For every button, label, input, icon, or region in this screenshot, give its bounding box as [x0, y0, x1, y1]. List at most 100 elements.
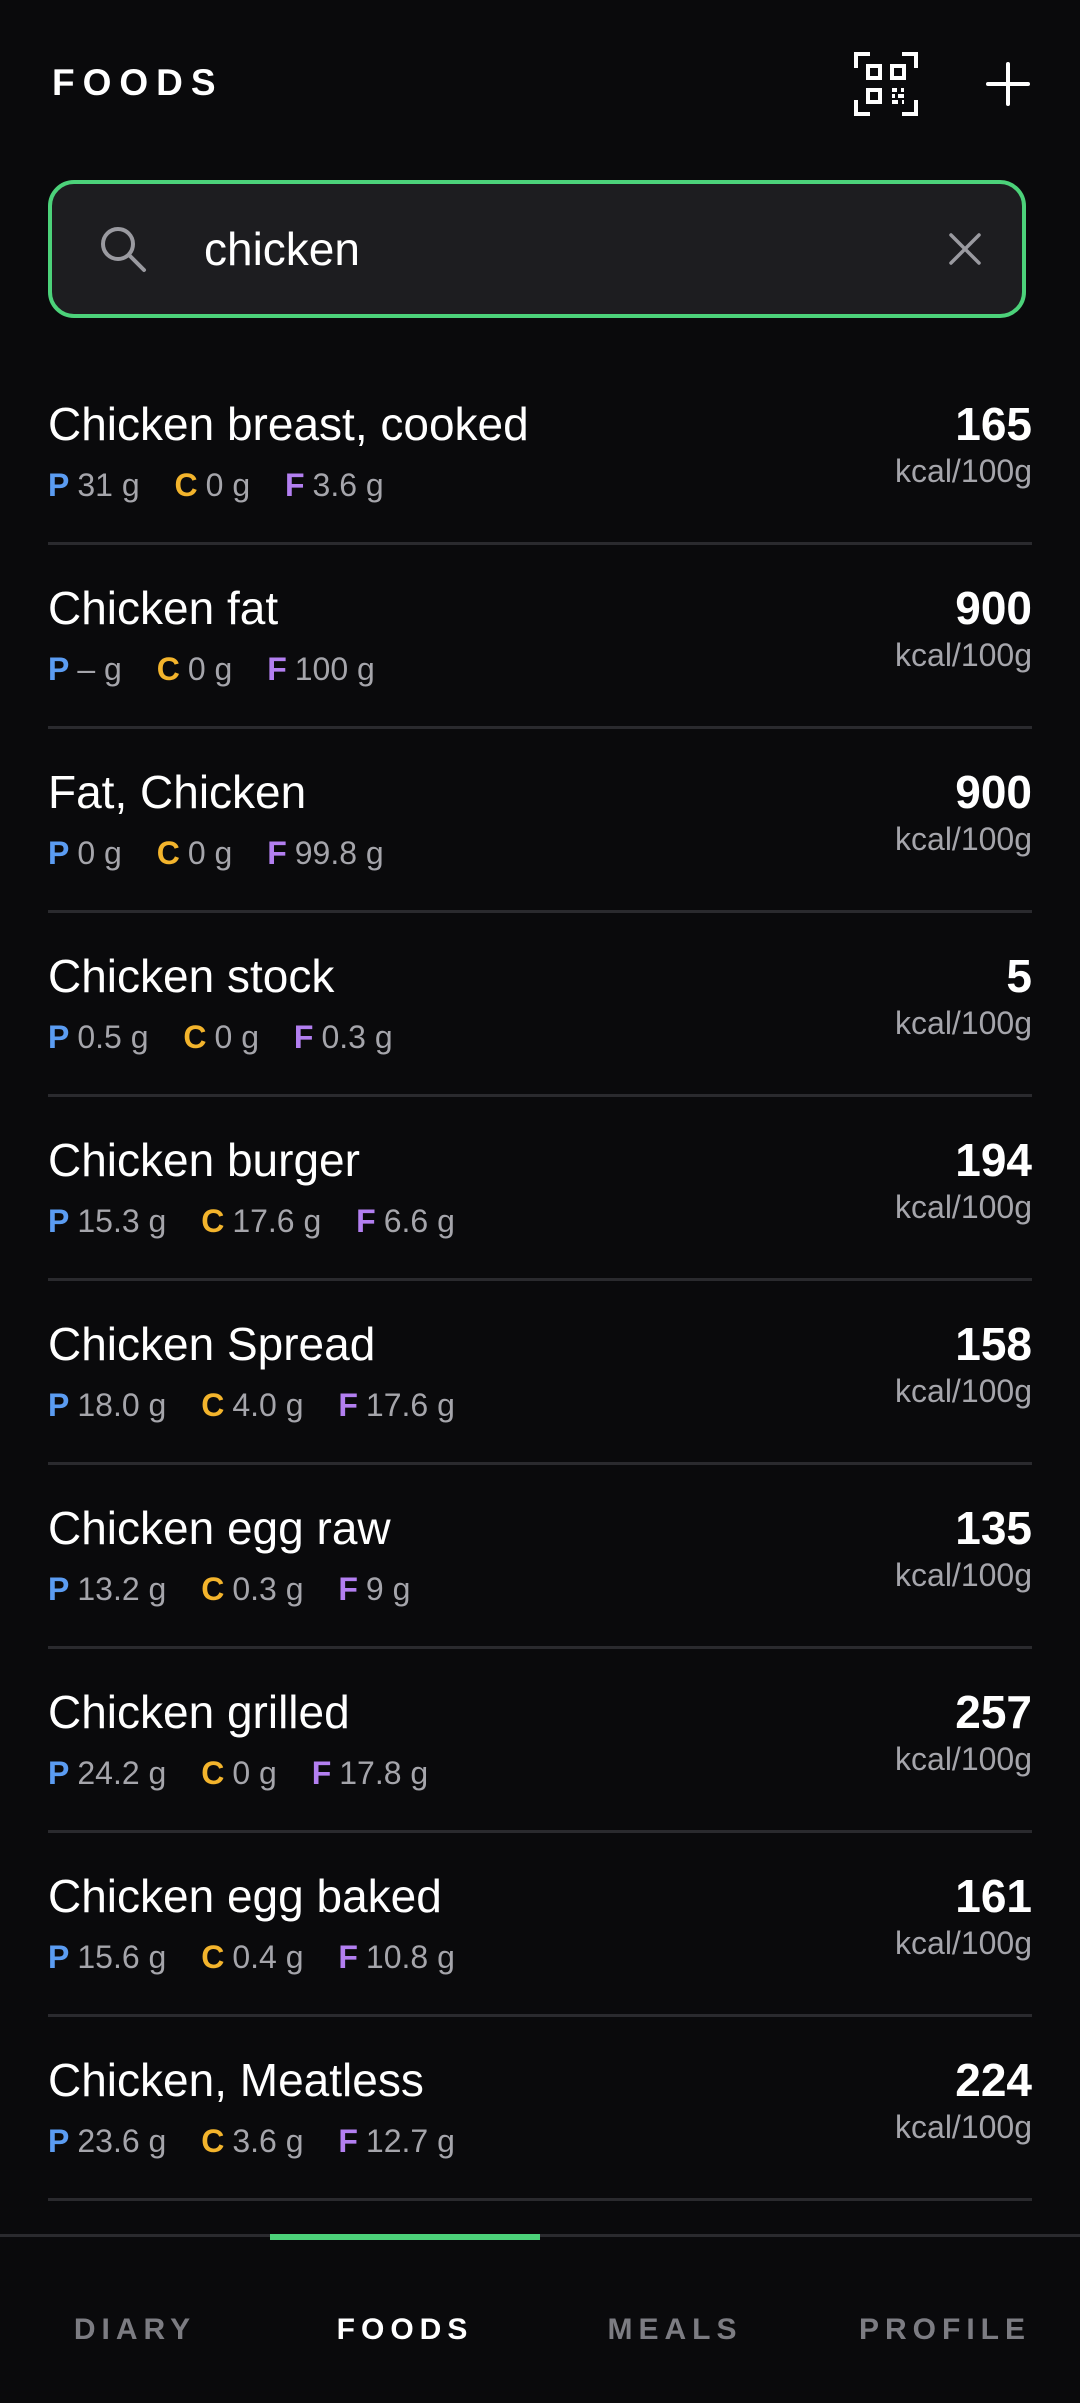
food-list-item[interactable]: Chicken grilled P 24.2 g C0 g F 17.8 g 257… — [48, 1649, 1032, 1833]
qr-scan-button[interactable] — [852, 50, 920, 118]
clear-search-button[interactable] — [942, 226, 988, 272]
protein-value: 15.6 g — [77, 1939, 167, 1975]
fat-value: 12.7 g — [365, 2123, 455, 2159]
food-list-item[interactable]: Chicken breast, cooked P 31 g C0 g F 3.6 g… — [48, 361, 1032, 545]
food-list-item[interactable]: Chicken, Meatless P 23.6 g C 3.6 g F 12.7 g… — [48, 2017, 1032, 2201]
protein-label: P — [48, 1755, 70, 1791]
calorie-unit: kcal/100g — [895, 821, 1032, 857]
fat-macro: F 17.6 g — [338, 1387, 455, 1424]
calorie-value: 135 — [955, 1502, 1032, 1554]
carbs-label: C — [201, 2123, 225, 2159]
food-name: Chicken grilled — [48, 1686, 350, 1738]
carbs-macro: C 0.3 g — [201, 1571, 303, 1608]
carbs-macro: C0 g — [201, 1755, 277, 1792]
fat-value: 99.8 g — [294, 835, 384, 871]
protein-macro: P0 g — [48, 835, 122, 872]
tab-diary[interactable]: DIARY — [0, 2313, 270, 2347]
fat-macro: F 3.6 g — [285, 467, 384, 504]
search-bar[interactable] — [48, 180, 1026, 318]
fat-macro: F 17.8 g — [312, 1755, 429, 1792]
food-name: Chicken stock — [48, 950, 335, 1002]
macro-summary: P 15.6 g C 0.4 g F 10.8 g — [48, 1939, 481, 1976]
carbs-value: 0.4 g — [232, 1939, 304, 1975]
protein-label: P — [48, 467, 70, 503]
carbs-label: C — [156, 651, 180, 687]
macro-summary: P 13.2 g C 0.3 g F9 g — [48, 1571, 436, 1608]
calorie-value: 165 — [955, 398, 1032, 450]
food-list-item[interactable]: Fat, Chicken P0 g C0 g F 99.8 g 900 kcal/… — [48, 729, 1032, 913]
carbs-value: 3.6 g — [232, 2123, 304, 2159]
fat-macro: F 12.7 g — [338, 2123, 455, 2160]
protein-macro: P 15.6 g — [48, 1939, 166, 1976]
food-name: Fat, Chicken — [48, 766, 307, 818]
fat-macro: F 0.3 g — [294, 1019, 393, 1056]
carbs-value: 17.6 g — [232, 1203, 322, 1239]
calorie-unit: kcal/100g — [895, 1005, 1032, 1041]
carbs-macro: C0 g — [183, 1019, 259, 1056]
protein-macro: P 31 g — [48, 467, 140, 504]
active-tab-indicator — [270, 2234, 540, 2240]
macro-summary: P 23.6 g C 3.6 g F 12.7 g — [48, 2123, 481, 2160]
tab-profile[interactable]: PROFILE — [810, 2313, 1080, 2347]
search-input[interactable] — [204, 214, 904, 284]
protein-value: 31 g — [77, 467, 140, 503]
carbs-label: C — [201, 1939, 225, 1975]
calorie-unit: kcal/100g — [895, 1189, 1032, 1225]
close-icon — [949, 233, 981, 265]
protein-macro: P 18.0 g — [48, 1387, 166, 1424]
protein-value: 0 g — [77, 835, 122, 871]
fat-label: F — [338, 2123, 358, 2159]
protein-label: P — [48, 1019, 70, 1055]
fat-label: F — [338, 1387, 358, 1423]
fat-value: 100 g — [294, 651, 375, 687]
qr-scan-icon — [854, 52, 918, 116]
carbs-value: 0 g — [214, 1019, 259, 1055]
food-name: Chicken egg raw — [48, 1502, 391, 1554]
macro-summary: P 15.3 g C 17.6 g F 6.6 g — [48, 1203, 481, 1240]
carbs-label: C — [156, 835, 180, 871]
food-name: Chicken egg baked — [48, 1870, 442, 1922]
protein-value: – g — [77, 651, 122, 687]
calorie-unit: kcal/100g — [895, 1741, 1032, 1777]
protein-value: 0.5 g — [77, 1019, 149, 1055]
protein-label: P — [48, 2123, 70, 2159]
food-list-item[interactable]: Chicken egg raw P 13.2 g C 0.3 g F9 g 135 … — [48, 1465, 1032, 1649]
protein-value: 24.2 g — [77, 1755, 167, 1791]
carbs-label: C — [201, 1387, 225, 1423]
carbs-macro: C 17.6 g — [201, 1203, 321, 1240]
food-name: Chicken breast, cooked — [48, 398, 529, 450]
food-list-item[interactable]: Chicken stock P 0.5 g C0 g F 0.3 g 5 kcal/… — [48, 913, 1032, 1097]
protein-macro: P 13.2 g — [48, 1571, 166, 1608]
calorie-unit: kcal/100g — [895, 637, 1032, 673]
protein-macro: P – g — [48, 651, 122, 688]
tab-foods[interactable]: FOODS — [270, 2313, 540, 2347]
macro-summary: P 31 g C0 g F 3.6 g — [48, 467, 410, 504]
calorie-value: 900 — [955, 766, 1032, 818]
food-results-list: Chicken breast, cooked P 31 g C0 g F 3.6 g… — [48, 361, 1032, 2201]
food-name: Chicken fat — [48, 582, 279, 634]
calorie-unit: kcal/100g — [895, 2109, 1032, 2145]
macro-summary: P – g C0 g F 100 g — [48, 651, 401, 688]
add-food-button[interactable] — [980, 56, 1036, 112]
macro-summary: P 24.2 g C0 g F 17.8 g — [48, 1755, 454, 1792]
carbs-value: 0 g — [187, 835, 233, 871]
calorie-unit: kcal/100g — [895, 1557, 1032, 1593]
food-list-item[interactable]: Chicken Spread P 18.0 g C 4.0 g F 17.6 g 15… — [48, 1281, 1032, 1465]
food-list-item[interactable]: Chicken fat P – g C0 g F 100 g 900 kcal/10… — [48, 545, 1032, 729]
fat-label: F — [311, 1755, 332, 1791]
tab-meals[interactable]: MEALS — [540, 2313, 810, 2347]
fat-label: F — [267, 651, 287, 687]
calorie-value: 194 — [955, 1134, 1032, 1186]
carbs-macro: C0 g — [157, 835, 233, 872]
carbs-macro: C 4.0 g — [201, 1387, 303, 1424]
food-list-item[interactable]: Chicken egg baked P 15.6 g C 0.4 g F 10.8 g… — [48, 1833, 1032, 2017]
food-list-item[interactable]: Chicken burger P 15.3 g C 17.6 g F 6.6 g 19… — [48, 1097, 1032, 1281]
fat-value: 3.6 g — [312, 467, 384, 503]
fat-macro: F 100 g — [267, 651, 375, 688]
protein-label: P — [48, 1387, 70, 1423]
calorie-value: 257 — [955, 1686, 1032, 1738]
calorie-unit: kcal/100g — [895, 1373, 1032, 1409]
protein-label: P — [48, 835, 70, 871]
carbs-macro: C0 g — [175, 467, 251, 504]
protein-label: P — [48, 1939, 70, 1975]
